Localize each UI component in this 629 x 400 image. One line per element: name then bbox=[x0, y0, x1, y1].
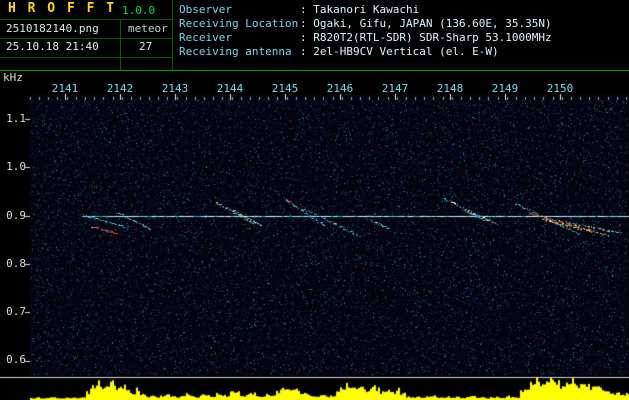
info-row: Observer : Takanori Kawachi bbox=[179, 4, 552, 18]
header-divider bbox=[0, 38, 172, 39]
y-tick-label: 0.8 bbox=[0, 258, 26, 270]
time-tick-label: 2147 bbox=[380, 83, 410, 95]
header-divider bbox=[0, 57, 172, 58]
meteor-count: 27 bbox=[139, 41, 152, 53]
header-column-divider bbox=[172, 0, 173, 70]
time-tick-label: 2141 bbox=[50, 83, 80, 95]
time-tick-label: 2142 bbox=[105, 83, 135, 95]
info-row: Receiver : R820T2(RTL-SDR) SDR-Sharp 53.… bbox=[179, 32, 552, 46]
time-tick-label: 2144 bbox=[215, 83, 245, 95]
y-axis-unit-label: kHz bbox=[3, 72, 23, 84]
timestamp: 25.10.18 21:40 bbox=[6, 41, 99, 53]
info-value-location: : Ogaki, Gifu, JAPAN (136.60E, 35.35N) bbox=[300, 18, 552, 32]
info-label-location: Receiving Location bbox=[179, 18, 300, 32]
info-row: Receiving Location : Ogaki, Gifu, JAPAN … bbox=[179, 18, 552, 32]
header-column-divider bbox=[120, 19, 121, 70]
time-tick-label: 2143 bbox=[160, 83, 190, 95]
info-label-observer: Observer bbox=[179, 4, 300, 18]
time-tick-label: 2148 bbox=[435, 83, 465, 95]
app-version: 1.0.0 bbox=[122, 5, 155, 17]
output-filename: 2510182140.png bbox=[6, 23, 99, 35]
info-row: Receiving antenna : 2el-HB9CV Vertical (… bbox=[179, 46, 552, 60]
time-tick-label: 2145 bbox=[270, 83, 300, 95]
info-label-receiver: Receiver bbox=[179, 32, 300, 46]
header-bottom-border bbox=[0, 70, 629, 71]
time-tick-label: 2150 bbox=[545, 83, 575, 95]
header-divider bbox=[0, 19, 172, 20]
info-value-antenna: : 2el-HB9CV Vertical (el. E-W) bbox=[300, 46, 499, 60]
y-tick-label: 1.1 bbox=[0, 113, 26, 125]
y-tick-label: 0.6 bbox=[0, 354, 26, 366]
time-tick-label: 2146 bbox=[325, 83, 355, 95]
info-value-observer: : Takanori Kawachi bbox=[300, 4, 419, 18]
info-label-antenna: Receiving antenna bbox=[179, 46, 300, 60]
observer-info-panel: Observer : Takanori Kawachi Receiving Lo… bbox=[179, 4, 552, 60]
y-tick-label: 0.9 bbox=[0, 210, 26, 222]
hrofft-output-image: H R O F F T 1.0.0 2510182140.png meteor … bbox=[0, 0, 629, 400]
y-tick-label: 1.0 bbox=[0, 161, 26, 173]
spectrogram-canvas bbox=[0, 0, 629, 400]
info-value-receiver: : R820T2(RTL-SDR) SDR-Sharp 53.1000MHz bbox=[300, 32, 552, 46]
time-tick-label: 2149 bbox=[490, 83, 520, 95]
app-title: H R O F F T bbox=[8, 3, 116, 15]
mode-label: meteor bbox=[128, 23, 168, 35]
y-tick-label: 0.7 bbox=[0, 306, 26, 318]
